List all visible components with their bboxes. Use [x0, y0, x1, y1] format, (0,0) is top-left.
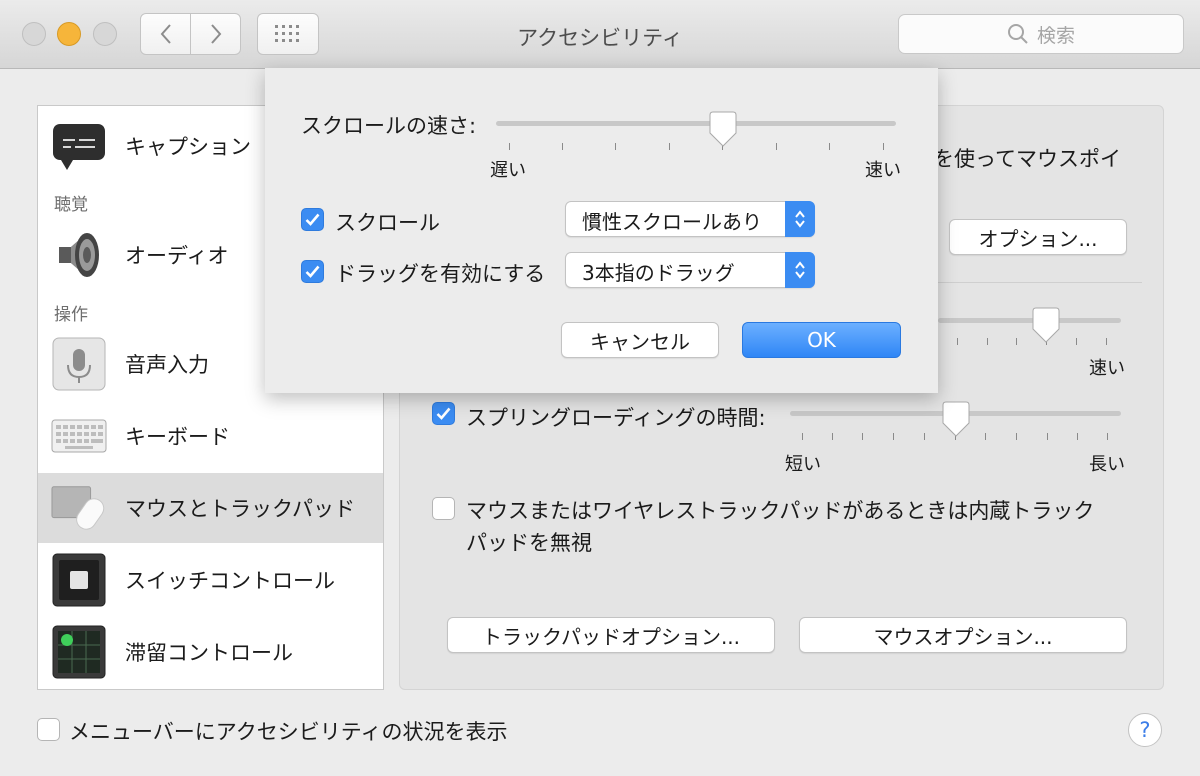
spring-long-label: 長い: [1089, 454, 1125, 475]
sidebar-item-label: キーボード: [125, 425, 230, 449]
slider-tick: [829, 143, 830, 150]
sidebar-item-dwell-control[interactable]: 滞留コントロール: [38, 617, 383, 687]
dwell-control-icon: [51, 624, 107, 680]
scroll-mode-value: 慣性スクロールあり: [582, 210, 762, 234]
slider-tick: [1107, 433, 1108, 440]
slider-knob[interactable]: [941, 401, 971, 437]
checkmark-icon: [305, 265, 320, 278]
slider-track: [938, 318, 1121, 323]
sidebar-item-switch-control[interactable]: スイッチコントロール: [38, 545, 383, 615]
drag-mode-value: 3本指のドラッグ: [582, 261, 735, 285]
drag-checkbox[interactable]: [301, 260, 324, 283]
slider-tick: [615, 143, 616, 150]
caption-icon: [51, 118, 107, 174]
drag-label: ドラッグを有効にする: [335, 262, 546, 286]
title-bar: アクセシビリティ 検索: [0, 0, 1200, 69]
slider-knob[interactable]: [708, 111, 738, 147]
scroll-label: スクロール: [335, 211, 440, 235]
preferences-window: アクセシビリティ 検索 キャプション 聴覚 オーディオ 操作 音声入力 キーボー…: [0, 0, 1200, 776]
search-input[interactable]: 検索: [898, 14, 1184, 54]
sidebar-item-label: 滞留コントロール: [125, 641, 293, 665]
slider-tick: [1077, 433, 1078, 440]
options-button[interactable]: オプション...: [949, 219, 1127, 255]
slider-tick: [832, 433, 833, 440]
search-icon: [1007, 24, 1028, 44]
slider-tick: [1106, 338, 1107, 345]
ignore-trackpad-checkbox[interactable]: [432, 497, 455, 520]
drag-mode-select[interactable]: 3本指のドラッグ: [565, 252, 815, 288]
slider-tick: [1047, 433, 1048, 440]
menubar-status-label: メニューバーにアクセシビリティの状況を表示: [69, 720, 508, 744]
updown-arrows-icon: [785, 201, 815, 237]
slider-tick: [1016, 338, 1017, 345]
sidebar-item-mouse-trackpad[interactable]: マウスとトラックパッド: [38, 473, 383, 543]
section-interaction: 操作: [54, 305, 88, 325]
slider-tick: [957, 338, 958, 345]
speaker-icon: [51, 227, 107, 283]
slider-tick: [883, 143, 884, 150]
spring-short-label: 短い: [785, 454, 821, 475]
mouse-options-button[interactable]: マウスオプション...: [799, 617, 1127, 653]
sidebar-item-keyboard[interactable]: キーボード: [38, 401, 383, 471]
ignore-trackpad-label-line1: マウスまたはワイヤレストラックパッドがあるときは内蔵トラック: [466, 499, 1095, 523]
sidebar-item-label: 音声入力: [125, 353, 209, 377]
spring-loading-checkbox[interactable]: [432, 402, 455, 425]
slider-tick: [509, 143, 510, 150]
slider-tick: [1076, 338, 1077, 345]
speed-fast-label: 速い: [1089, 358, 1125, 379]
question-mark-icon: ?: [1139, 718, 1151, 742]
slow-label: 遅い: [490, 160, 526, 181]
slider-tick: [802, 433, 803, 440]
menubar-status-checkbox[interactable]: [37, 718, 60, 741]
slider-tick: [562, 143, 563, 150]
slider-knob[interactable]: [1031, 307, 1061, 343]
slider-tick: [924, 433, 925, 440]
trackpad-options-sheet: スクロールの速さ: 遅い 速い スクロール 慣性スクロールあり ドラッグを有効に…: [265, 68, 938, 393]
ignore-trackpad-label-line2: パッドを無視: [466, 531, 592, 555]
spring-loading-label: スプリングローディングの時間:: [466, 406, 766, 430]
slider-tick: [776, 143, 777, 150]
slider-track: [496, 121, 896, 126]
keyboard-icon: [51, 408, 107, 464]
panel-divider: [938, 282, 1142, 283]
sidebar-item-label: マウスとトラックパッド: [125, 497, 355, 521]
cancel-button[interactable]: キャンセル: [561, 322, 719, 358]
fast-label: 速い: [865, 160, 901, 181]
slider-tick: [987, 338, 988, 345]
sidebar-item-label: オーディオ: [125, 244, 229, 268]
slider-tick: [669, 143, 670, 150]
trackpad-options-button[interactable]: トラックパッドオプション...: [447, 617, 775, 653]
slider-tick: [893, 433, 894, 440]
checkmark-icon: [305, 213, 320, 226]
microphone-icon: [51, 336, 107, 392]
sidebar-item-label: スイッチコントロール: [125, 569, 335, 593]
mouse-trackpad-icon: [51, 480, 107, 536]
partial-description: を使ってマウスポイ: [933, 147, 1121, 171]
scroll-mode-select[interactable]: 慣性スクロールあり: [565, 201, 815, 237]
switch-control-icon: [51, 552, 107, 608]
scroll-speed-label: スクロールの速さ:: [301, 114, 477, 138]
slider-tick: [1016, 433, 1017, 440]
updown-arrows-icon: [785, 252, 815, 288]
help-button[interactable]: ?: [1128, 713, 1162, 747]
search-placeholder: 検索: [1036, 24, 1075, 47]
ok-button[interactable]: OK: [742, 322, 901, 358]
sidebar-item-label: キャプション: [125, 135, 251, 159]
scroll-checkbox[interactable]: [301, 208, 324, 231]
section-hearing: 聴覚: [54, 195, 88, 215]
slider-tick: [985, 433, 986, 440]
checkmark-icon: [436, 407, 451, 420]
slider-tick: [862, 433, 863, 440]
